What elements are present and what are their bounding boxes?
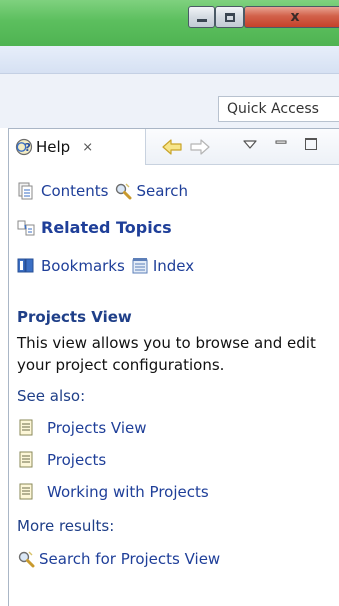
- maximize-icon: [224, 12, 235, 22]
- arrow-left-icon[interactable]: [162, 138, 182, 156]
- window-close-button[interactable]: x: [244, 6, 339, 28]
- more-results-item[interactable]: Search for Projects View: [17, 550, 220, 568]
- quick-access-field[interactable]: Quick Access: [218, 96, 339, 122]
- see-also-link-projects-view[interactable]: Projects View: [47, 419, 147, 437]
- help-nav-row-1: Contents Search: [17, 182, 188, 200]
- see-also-link-working-with-projects[interactable]: Working with Projects: [47, 483, 209, 501]
- topic-page-icon: [19, 451, 33, 468]
- maximize-icon[interactable]: [305, 138, 317, 150]
- tab-help[interactable]: ? Help ⨯: [9, 129, 146, 165]
- topic-page-icon: [19, 483, 33, 500]
- see-also-item[interactable]: Working with Projects: [17, 483, 209, 501]
- close-icon: x: [290, 9, 300, 25]
- svg-text:?: ?: [25, 141, 31, 154]
- related-topics-link[interactable]: Related Topics: [41, 218, 172, 237]
- see-also-label: See also:: [17, 387, 86, 405]
- window-maximize-button[interactable]: [215, 6, 244, 28]
- bookmarks-icon: [17, 258, 34, 273]
- contents-icon: [18, 182, 33, 200]
- related-topics-icon: [17, 220, 35, 235]
- tab-close-icon[interactable]: ⨯: [82, 140, 93, 155]
- minimize-icon: [196, 19, 207, 22]
- see-also-link-projects[interactable]: Projects: [47, 451, 106, 469]
- quick-access-label: Quick Access: [227, 101, 319, 117]
- help-view-header: ? Help ⨯: [9, 129, 339, 165]
- help-view: ? Help ⨯ Contents Search Related Topics …: [8, 128, 339, 606]
- minimize-icon[interactable]: [275, 137, 287, 149]
- arrow-right-icon[interactable]: [190, 138, 210, 156]
- window-minimize-button[interactable]: [188, 6, 215, 28]
- search-icon: [18, 551, 35, 568]
- search-link[interactable]: Search: [136, 182, 188, 200]
- more-results-label: More results:: [17, 517, 115, 535]
- index-link[interactable]: Index: [153, 257, 194, 275]
- index-icon: [132, 258, 148, 274]
- view-menu-icon[interactable]: [243, 139, 257, 151]
- bookmarks-link[interactable]: Bookmarks: [41, 257, 125, 275]
- contents-link[interactable]: Contents: [41, 182, 108, 200]
- see-also-item[interactable]: Projects View: [17, 419, 147, 437]
- main-toolbar: Quick Access: [0, 74, 339, 128]
- topic-description: This view allows you to browse and edit …: [17, 334, 316, 374]
- window-title-bar: x: [0, 0, 339, 46]
- help-icon: ?: [15, 138, 33, 156]
- topic-title: Projects View: [17, 308, 132, 326]
- search-for-projects-view-link[interactable]: Search for Projects View: [39, 550, 220, 568]
- menu-strip: [0, 46, 339, 74]
- topic-page-icon: [19, 419, 33, 436]
- help-nav-row-2: Related Topics: [17, 218, 172, 237]
- help-nav-row-3: Bookmarks Index: [17, 257, 194, 275]
- tab-help-label: Help: [36, 138, 71, 156]
- see-also-item[interactable]: Projects: [17, 451, 106, 469]
- search-icon: [116, 183, 132, 200]
